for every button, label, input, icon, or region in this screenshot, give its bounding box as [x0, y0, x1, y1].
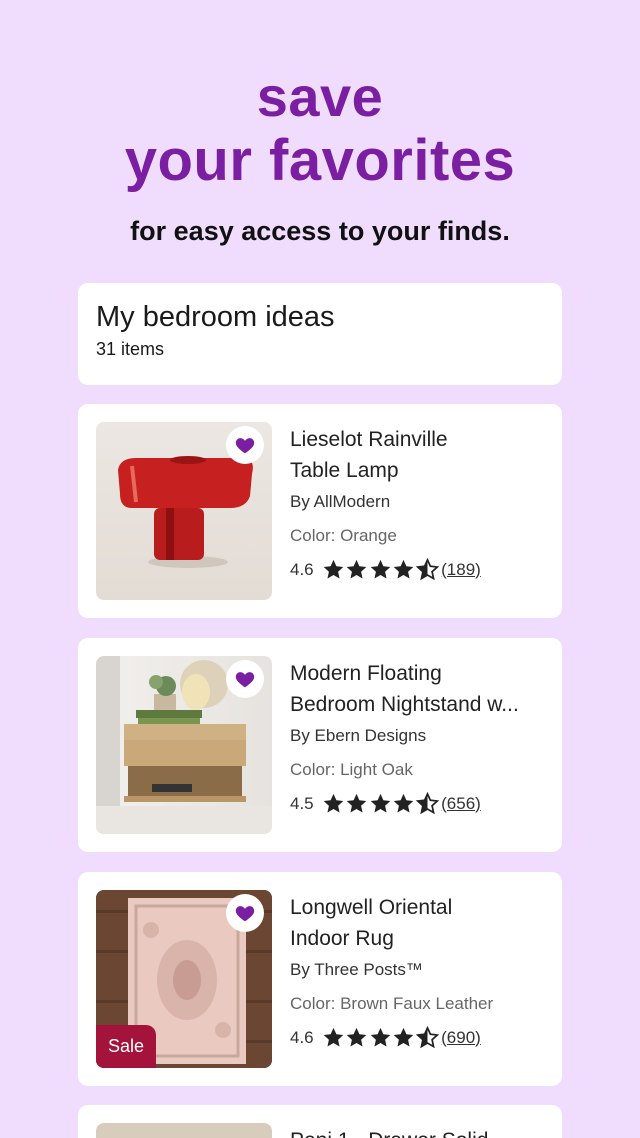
star-icon [393, 1027, 414, 1047]
product-name-line-2[interactable]: Table Lamp [290, 455, 552, 486]
star-icon [346, 1027, 367, 1047]
star-icon [393, 559, 414, 579]
product-card-rug[interactable]: Sale Longwell Oriental Indoor Rug By Thr… [78, 872, 562, 1086]
star-icon [323, 1027, 343, 1047]
review-count-link[interactable]: (189) [441, 560, 481, 580]
product-name-line-1[interactable]: Modern Floating [290, 658, 552, 689]
rating-score: 4.6 [290, 1027, 314, 1047]
favorites-list-card[interactable]: My bedroom ideas 31 items [78, 283, 562, 385]
rating-stars [322, 558, 440, 581]
star-icon [370, 559, 390, 579]
product-brand: By Ebern Designs [290, 726, 427, 745]
headline-line-1: save [256, 65, 384, 128]
product-name-line-2[interactable]: Bedroom Nightstand w... [290, 689, 552, 720]
product-card-dresser[interactable]: Peni 1 - Drawer Solid [78, 1105, 562, 1138]
list-item-count: 31 items [96, 339, 165, 359]
product-color: Color: Brown Faux Leather [290, 994, 494, 1013]
product-color: Color: Orange [290, 526, 397, 545]
favorite-heart-button[interactable] [226, 894, 264, 932]
product-brand: By AllModern [290, 492, 391, 511]
product-name-line-1[interactable]: Lieselot Rainville [290, 424, 552, 455]
product-card-nightstand[interactable]: Modern Floating Bedroom Nightstand w... … [78, 638, 562, 852]
heart-icon [235, 906, 255, 922]
favorite-heart-button[interactable] [226, 660, 264, 698]
heart-icon [235, 438, 255, 454]
sale-badge: Sale [96, 1025, 157, 1068]
favorite-heart-button[interactable] [226, 426, 264, 464]
product-brand: By Three Posts™ [290, 960, 423, 979]
product-name-line-1[interactable]: Longwell Oriental [290, 892, 552, 923]
list-title: My bedroom ideas [96, 301, 335, 333]
headline-line-2: your favorites [124, 128, 516, 193]
product-rating: 4.6 (690) [290, 1026, 552, 1049]
product-rating: 4.5 (656) [290, 792, 552, 815]
product-card-lamp[interactable]: Lieselot Rainville Table Lamp By AllMode… [78, 404, 562, 618]
review-count-link[interactable]: (690) [441, 1028, 481, 1048]
product-name-line-2[interactable]: Indoor Rug [290, 923, 552, 954]
subheadline: for easy access to your finds. [130, 216, 510, 246]
heart-icon [235, 672, 255, 688]
product-image[interactable] [96, 1123, 272, 1138]
product-image[interactable] [96, 422, 272, 600]
star-icon [393, 793, 414, 813]
half-star-icon [415, 1026, 439, 1049]
star-icon [370, 793, 390, 813]
product-name-line-1[interactable]: Peni 1 - Drawer Solid [290, 1125, 552, 1138]
headline: save your favorites [0, 66, 640, 194]
star-icon [346, 793, 367, 813]
rating-stars [322, 792, 440, 815]
product-color: Color: Light Oak [290, 760, 413, 779]
star-icon [323, 559, 343, 579]
rating-score: 4.6 [290, 559, 314, 579]
star-icon [323, 793, 343, 813]
half-star-icon [415, 558, 439, 581]
star-icon [370, 1027, 390, 1047]
review-count-link[interactable]: (656) [441, 794, 481, 814]
product-image[interactable] [96, 656, 272, 834]
rating-stars [322, 1026, 440, 1049]
half-star-icon [415, 792, 439, 815]
rating-score: 4.5 [290, 793, 314, 813]
product-image[interactable]: Sale [96, 890, 272, 1068]
star-icon [346, 559, 367, 579]
product-rating: 4.6 (189) [290, 558, 552, 581]
